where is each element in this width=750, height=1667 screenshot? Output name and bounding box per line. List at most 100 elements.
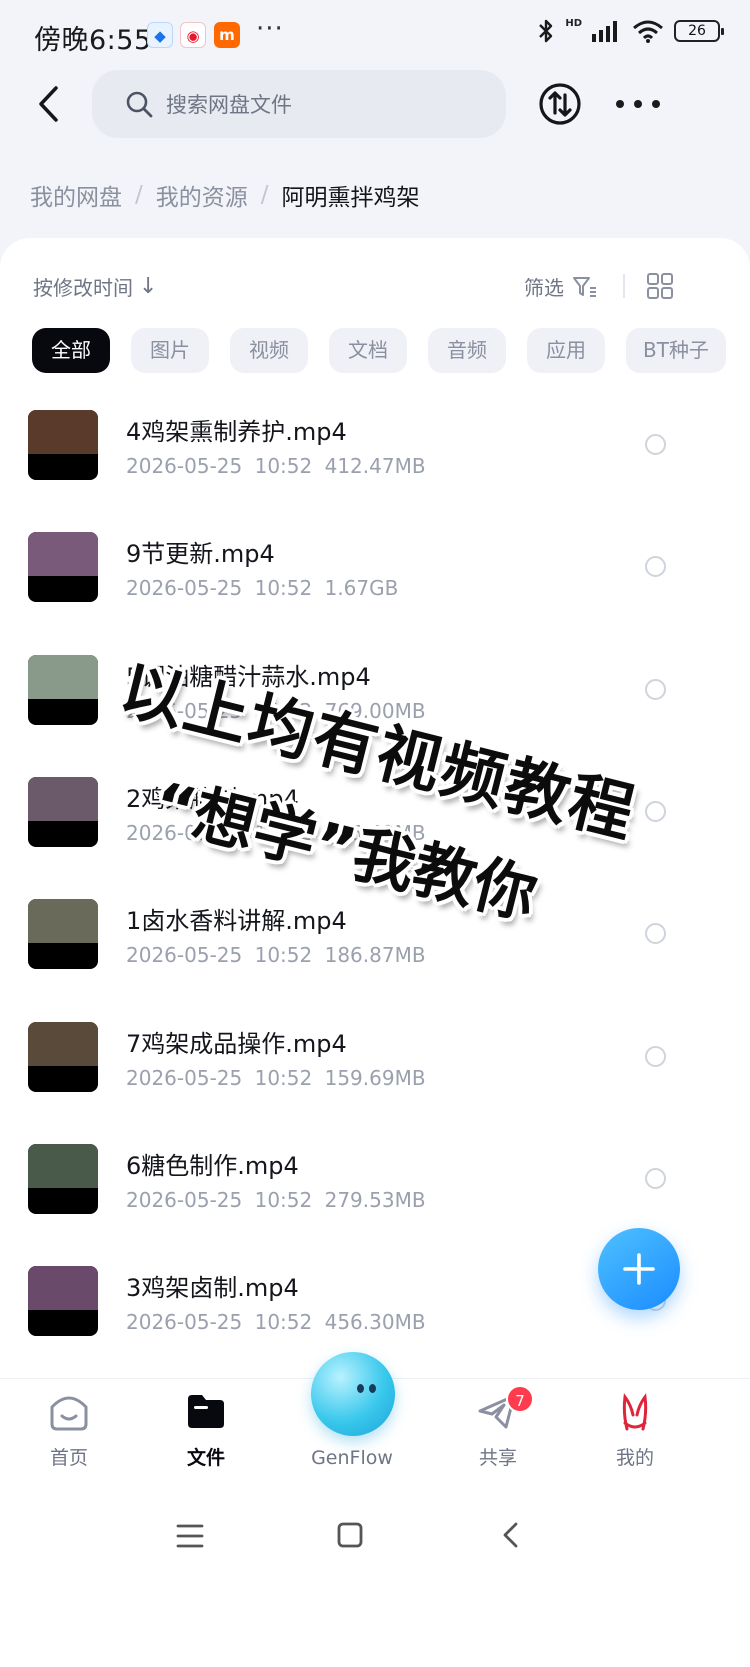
video-thumbnail xyxy=(28,1143,98,1214)
file-date: 2026-05-25 xyxy=(126,820,243,845)
file-meta: 2026-05-25 10:52 215.40MB xyxy=(126,821,426,845)
file-time: 10:52 xyxy=(254,576,313,601)
orb-eye xyxy=(369,1384,376,1393)
nav-files[interactable]: 文件 xyxy=(156,1391,256,1470)
video-thumbnail xyxy=(28,654,98,725)
video-thumbnail xyxy=(28,1266,98,1337)
chip-videos[interactable]: 视频 xyxy=(230,328,308,373)
chip-documents[interactable]: 文档 xyxy=(329,328,407,373)
chip-apps[interactable]: 应用 xyxy=(527,328,605,373)
video-thumbnail xyxy=(28,1021,98,1092)
genflow-orb-icon[interactable] xyxy=(311,1352,395,1436)
file-name: 3鸡架卤制.mp4 xyxy=(126,1274,299,1303)
thumbnail-image xyxy=(28,1266,98,1311)
thumbnail-image xyxy=(28,532,98,577)
file-size: 456.30MB xyxy=(324,1310,426,1335)
thumbnail-image xyxy=(28,410,98,454)
file-size: 215.40MB xyxy=(324,820,426,845)
file-meta: 2026-05-25 10:52 412.47MB xyxy=(126,454,426,478)
grid-view-button[interactable] xyxy=(646,272,674,300)
sort-button[interactable]: 按修改时间 ↓ xyxy=(33,272,157,301)
file-meta: 2026-05-25 10:52 279.53MB xyxy=(126,1188,426,1212)
breadcrumb-my-resources[interactable]: 我的资源 xyxy=(156,178,248,212)
file-row[interactable]: 5调油糖醋汁蒜水.mp4 2026-05-25 10:52 769.00MB xyxy=(0,654,750,777)
video-thumbnail xyxy=(28,899,98,970)
recent-apps-button[interactable] xyxy=(170,1518,210,1554)
nav-share-label: 共享 xyxy=(478,1447,517,1469)
breadcrumb: 我的网盘 / 我的资源 / 阿明熏拌鸡架 xyxy=(30,178,420,212)
chip-bt-torrent[interactable]: BT种子 xyxy=(626,328,726,373)
wifi-icon xyxy=(633,20,663,43)
file-row[interactable]: 2鸡架腌制.mp4 2026-05-25 10:52 215.40MB xyxy=(0,776,750,899)
file-name: 9节更新.mp4 xyxy=(126,540,275,569)
file-name: 4鸡架熏制养护.mp4 xyxy=(126,418,347,446)
nav-share[interactable]: 7 共享 xyxy=(448,1385,548,1470)
status-bar: 傍晚6:55 ◆ ◉ m ··· HD 26 xyxy=(0,0,750,70)
file-meta: 2026-05-25 10:52 769.00MB xyxy=(126,699,426,723)
battery-icon: 26 xyxy=(674,20,724,42)
video-thumbnail xyxy=(28,410,98,480)
search-input[interactable]: 搜索网盘文件 xyxy=(92,70,506,138)
transfer-button[interactable] xyxy=(538,82,582,126)
file-size: 159.69MB xyxy=(324,1065,426,1090)
sort-label: 按修改时间 xyxy=(33,276,133,300)
file-row[interactable]: 1卤水香料讲解.mp4 2026-05-25 10:52 186.87MB xyxy=(0,899,750,1021)
toolbar-divider xyxy=(623,274,625,298)
file-name: 7鸡架成品操作.mp4 xyxy=(126,1029,347,1058)
select-radio[interactable] xyxy=(645,1045,666,1067)
file-meta: 2026-05-25 10:52 159.69MB xyxy=(126,1066,426,1090)
filter-label: 筛选 xyxy=(524,276,564,300)
video-thumbnail xyxy=(28,776,98,847)
select-radio[interactable] xyxy=(645,923,666,945)
back-system-button[interactable] xyxy=(492,1518,532,1554)
add-button[interactable] xyxy=(598,1228,680,1310)
signal-icon xyxy=(592,21,617,42)
bluetooth-icon xyxy=(539,19,553,43)
file-time: 10:52 xyxy=(254,1065,313,1090)
breadcrumb-current-folder: 阿明熏拌鸡架 xyxy=(281,185,420,211)
file-size: 412.47MB xyxy=(324,454,426,478)
hd-indicator: HD xyxy=(565,17,582,29)
search-icon xyxy=(126,91,153,118)
file-time: 10:52 xyxy=(254,1187,313,1212)
thumbnail-image xyxy=(28,776,98,821)
folder-icon xyxy=(188,1395,224,1428)
system-nav-bar xyxy=(0,1488,750,1667)
file-meta: 2026-05-25 10:52 186.87MB xyxy=(126,943,426,967)
chip-images[interactable]: 图片 xyxy=(131,328,209,373)
video-thumbnail xyxy=(28,532,98,603)
sort-arrow-icon: ↓ xyxy=(139,274,158,299)
nav-home[interactable]: 首页 xyxy=(19,1391,119,1470)
chip-audio[interactable]: 音频 xyxy=(428,328,506,373)
thumbnail-image xyxy=(28,1021,98,1066)
file-name: 6糖色制作.mp4 xyxy=(126,1151,299,1180)
file-row[interactable]: 9节更新.mp4 2026-05-25 10:52 1.67GB xyxy=(0,532,750,654)
file-meta: 2026-05-25 10:52 1.67GB xyxy=(126,576,398,600)
file-meta: 2026-05-25 10:52 456.30MB xyxy=(126,1310,426,1334)
nav-files-label: 文件 xyxy=(186,1447,225,1469)
select-radio[interactable] xyxy=(645,1167,666,1189)
nav-home-label: 首页 xyxy=(49,1447,88,1469)
file-date: 2026-05-25 xyxy=(126,943,243,968)
back-button[interactable] xyxy=(24,78,72,130)
file-row[interactable]: 4鸡架熏制养护.mp4 2026-05-25 10:52 412.47MB xyxy=(0,410,750,532)
mi-icon: m xyxy=(214,22,240,48)
more-options-button[interactable] xyxy=(616,92,660,116)
category-chips: 全部 图片 视频 文档 音频 应用 BT种子 xyxy=(32,328,726,373)
file-row[interactable]: 7鸡架成品操作.mp4 2026-05-25 10:52 159.69MB xyxy=(0,1021,750,1144)
select-radio[interactable] xyxy=(645,800,666,822)
file-name: 2鸡架腌制.mp4 xyxy=(126,784,299,813)
select-radio[interactable] xyxy=(645,678,666,700)
filter-button[interactable]: 筛选 xyxy=(524,272,598,301)
plus-icon xyxy=(623,1253,655,1285)
nav-mine[interactable]: 我的 xyxy=(585,1391,685,1470)
home-system-button[interactable] xyxy=(330,1518,370,1554)
select-radio[interactable] xyxy=(645,556,666,578)
status-time: 傍晚6:55 xyxy=(34,25,152,56)
breadcrumb-my-drive[interactable]: 我的网盘 xyxy=(30,178,122,212)
file-date: 2026-05-25 xyxy=(126,698,243,723)
chip-all[interactable]: 全部 xyxy=(32,328,110,373)
select-radio[interactable] xyxy=(645,434,666,455)
grid-view-icon xyxy=(647,273,673,299)
more-dot xyxy=(652,100,660,108)
